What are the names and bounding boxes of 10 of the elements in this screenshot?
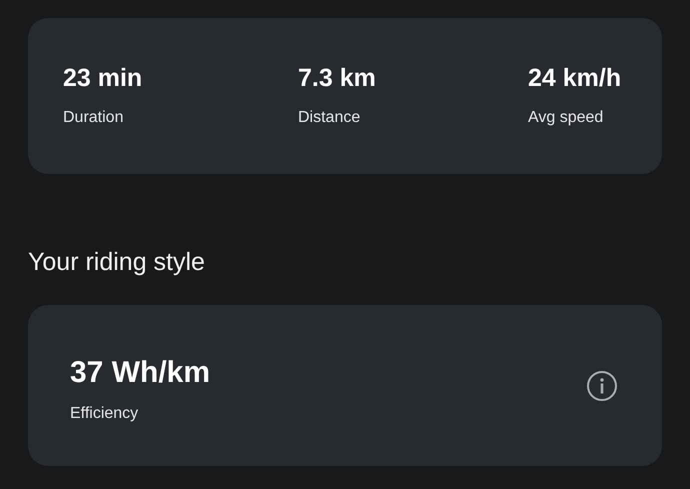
stat-label: Avg speed [528,108,604,128]
stat-value: 24 km/h [528,63,622,94]
efficiency-label: Efficiency [70,404,140,424]
stat-value: 23 min [63,63,142,94]
stat-value: 7.3 km [298,63,376,94]
section-heading: Your riding style [28,247,206,278]
info-icon[interactable] [586,370,618,402]
stat-label: Distance [298,108,360,128]
stat-label: Duration [63,108,124,128]
efficiency-value: 37 Wh/km [70,354,210,390]
